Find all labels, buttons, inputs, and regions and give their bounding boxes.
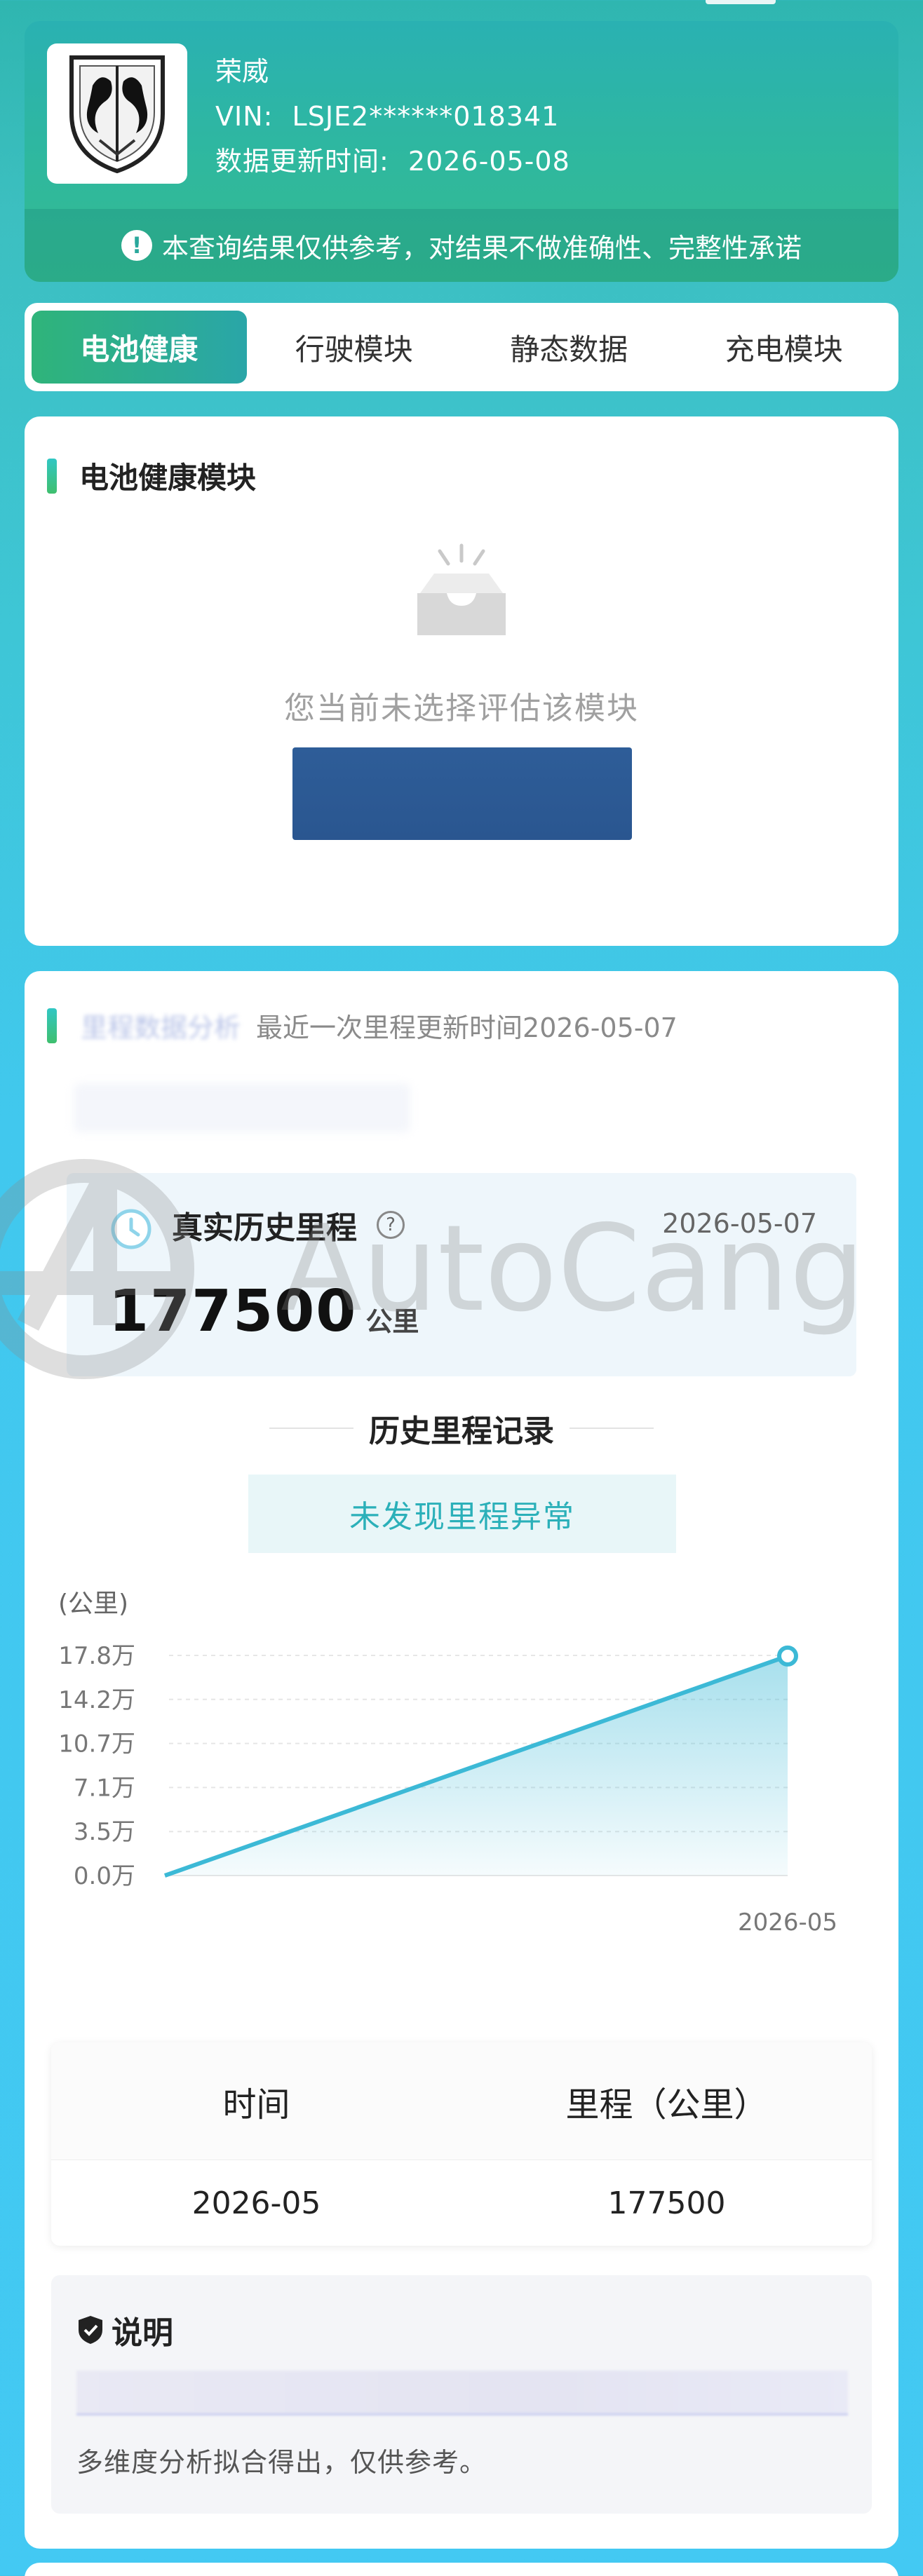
note-blurred-line bbox=[76, 2371, 848, 2415]
y-tick-label: 0.0万 bbox=[74, 1862, 135, 1890]
data-point[interactable] bbox=[777, 1645, 798, 1667]
blurred-placeholder bbox=[74, 1083, 410, 1132]
real-mileage-label: 真实历史里程 ? bbox=[172, 1202, 405, 1247]
anomaly-status: 未发现里程异常 bbox=[248, 1475, 676, 1553]
table-cell-mileage: 177500 bbox=[607, 2185, 726, 2221]
empty-state-text: 您当前未选择评估该模块 bbox=[284, 691, 639, 726]
disclaimer-text: 本查询结果仅供参考，对结果不做准确性、完整性承诺 bbox=[161, 232, 802, 264]
disclaimer-bar: ! 本查询结果仅供参考，对结果不做准确性、完整性承诺 bbox=[25, 209, 898, 282]
section-accent-bar bbox=[47, 1008, 57, 1043]
mileage-chart: (公里) 0.0万 3.5万 7.1万 10.7万 14.2万 17.8万 2026-05 bbox=[58, 1589, 837, 1937]
note-box: 说明 多维度分析拟合得出，仅供参考。 bbox=[51, 2275, 872, 2514]
note-title: 说明 bbox=[76, 2307, 173, 2352]
tab-static-data[interactable]: 静态数据 bbox=[462, 311, 677, 384]
vin-value: LSJE2******018341 bbox=[292, 101, 560, 132]
vin-line: VIN: LSJE2******018341 bbox=[215, 94, 570, 139]
tab-charging-module[interactable]: 充电模块 bbox=[677, 311, 892, 384]
exclamation-icon: ! bbox=[121, 230, 152, 261]
chart-x-ticks: 2026-05 bbox=[738, 1909, 837, 1937]
divider bbox=[570, 1428, 654, 1429]
real-mileage-date: 2026-05-07 bbox=[662, 1208, 817, 1239]
table-header-time: 时间 bbox=[222, 2084, 290, 2124]
empty-tray-icon bbox=[417, 543, 506, 635]
update-time-line: 数据更新时间: 2026-05-08 bbox=[215, 139, 570, 184]
battery-section-title: 电池健康模块 bbox=[47, 454, 256, 497]
module-tabs: 电池健康 行驶模块 静态数据 充电模块 bbox=[25, 303, 898, 391]
note-text: 多维度分析拟合得出，仅供参考。 bbox=[76, 2447, 487, 2478]
real-mileage-label-text: 真实历史里程 bbox=[172, 1210, 357, 1246]
history-record-title: 历史里程记录 bbox=[369, 1414, 554, 1449]
table-header: 时间 里程（公里） bbox=[51, 2042, 872, 2160]
y-tick-label: 7.1万 bbox=[74, 1774, 135, 1802]
real-mileage-value: 177500 公里 bbox=[109, 1278, 419, 1345]
table-cell-time: 2026-05 bbox=[191, 2185, 321, 2221]
mileage-card: 里程数据分析 最近一次里程更新时间2026-05-07 真实历史里程 ? 202… bbox=[25, 971, 898, 2549]
y-tick-label: 14.2万 bbox=[58, 1686, 135, 1714]
x-tick-label: 2026-05 bbox=[738, 1909, 837, 1937]
y-tick-label: 3.5万 bbox=[74, 1818, 135, 1846]
real-mileage-box: 真实历史里程 ? 2026-05-07 177500 公里 bbox=[67, 1173, 856, 1376]
chart-series bbox=[164, 1645, 798, 1878]
mileage-title-blurred: 里程数据分析 bbox=[81, 1012, 241, 1043]
top-bar-notch bbox=[706, 0, 776, 4]
shield-icon bbox=[79, 2316, 102, 2344]
note-title-text: 说明 bbox=[112, 2315, 173, 2351]
tab-battery-health[interactable]: 电池健康 bbox=[32, 311, 247, 384]
vin-label: VIN: bbox=[215, 101, 274, 132]
vehicle-header-card: 荣威 VIN: LSJE2******018341 数据更新时间: 2026-0… bbox=[25, 21, 898, 282]
y-tick-label: 17.8万 bbox=[58, 1642, 135, 1670]
table-header-mileage: 里程（公里） bbox=[565, 2084, 768, 2124]
mileage-section-header: 里程数据分析 最近一次里程更新时间2026-05-07 bbox=[47, 1006, 678, 1045]
section-accent-bar bbox=[47, 458, 57, 494]
brand-logo bbox=[47, 43, 187, 184]
battery-health-card: 电池健康模块 您当前未选择评估该模块 bbox=[25, 416, 898, 946]
help-icon[interactable]: ? bbox=[377, 1211, 405, 1239]
update-date: 2026-05-08 bbox=[407, 146, 570, 177]
table-row: 2026-05 177500 bbox=[51, 2160, 872, 2246]
last-update-text: 最近一次里程更新时间2026-05-07 bbox=[256, 1012, 678, 1043]
update-label: 数据更新时间: bbox=[215, 146, 389, 177]
mileage-table: 时间 里程（公里） 2026-05 177500 bbox=[51, 2042, 872, 2246]
battery-title-text: 电池健康模块 bbox=[79, 461, 257, 495]
history-record-title-row: 历史里程记录 bbox=[25, 1406, 898, 1451]
brand-name: 荣威 bbox=[215, 56, 269, 87]
tab-driving-module[interactable]: 行驶模块 bbox=[247, 311, 462, 384]
y-tick-label: 10.7万 bbox=[58, 1730, 135, 1758]
next-card-edge bbox=[25, 2563, 898, 2576]
clock-icon bbox=[111, 1209, 151, 1249]
roewe-logo-icon bbox=[69, 55, 165, 174]
evaluate-module-button[interactable] bbox=[292, 747, 632, 840]
tooltip-arrow bbox=[450, 2028, 480, 2044]
mileage-unit: 公里 bbox=[365, 1306, 419, 1337]
divider bbox=[269, 1428, 353, 1429]
mileage-number: 177500 bbox=[109, 1278, 358, 1345]
chart-y-label: (公里) bbox=[58, 1589, 128, 1618]
chart-y-ticks: 0.0万 3.5万 7.1万 10.7万 14.2万 17.8万 bbox=[58, 1642, 135, 1890]
